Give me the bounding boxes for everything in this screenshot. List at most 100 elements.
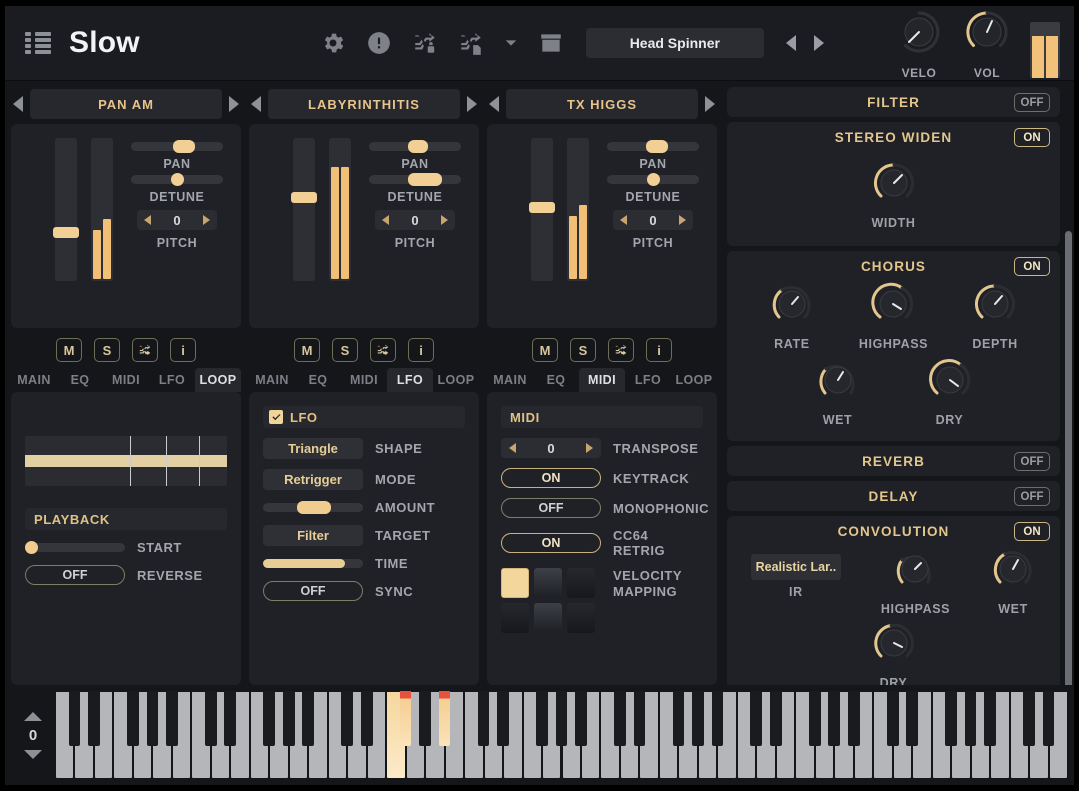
lfo-amount-slider[interactable]: [263, 501, 363, 514]
lfo-target-value[interactable]: Filter: [263, 525, 363, 546]
conv-wet-knob[interactable]: [990, 546, 1036, 597]
ir-selector[interactable]: Realistic Lar..: [750, 554, 841, 580]
width-knob[interactable]: [871, 160, 917, 211]
slot-2-pan-slider[interactable]: [369, 140, 461, 153]
lfo-mode-value[interactable]: Retrigger: [263, 469, 363, 490]
preset-next-button[interactable]: [813, 35, 824, 51]
black-key[interactable]: [302, 691, 315, 746]
black-key[interactable]: [360, 691, 373, 746]
black-key[interactable]: [769, 691, 782, 746]
chorus-depth-knob[interactable]: [972, 281, 1018, 332]
fx-filter[interactable]: FILTER OFF: [727, 87, 1060, 117]
black-key[interactable]: [68, 691, 81, 746]
velo-knob[interactable]: [894, 7, 944, 62]
black-key[interactable]: [399, 691, 412, 746]
slot-1-solo-button[interactable]: S: [94, 338, 120, 362]
slot-3-shuffle-button[interactable]: [608, 338, 634, 362]
slot-2-tab-lfo[interactable]: LFO: [387, 368, 433, 392]
slot-1-tab-lfo[interactable]: LFO: [149, 368, 195, 392]
fx-filter-switch[interactable]: OFF: [1014, 93, 1050, 112]
conv-highpass-knob[interactable]: [892, 546, 938, 597]
slot-3-mute-button[interactable]: M: [532, 338, 558, 362]
octave-up-button[interactable]: [24, 711, 42, 721]
slot-2-tab-loop[interactable]: LOOP: [433, 368, 479, 392]
slot-2-tab-main[interactable]: MAIN: [249, 368, 295, 392]
slot-3-pitch-dec[interactable]: [620, 215, 627, 225]
lfo-shape-value[interactable]: Triangle: [263, 438, 363, 459]
slot-3-tab-lfo[interactable]: LFO: [625, 368, 671, 392]
slot-2-name[interactable]: LABYRINTHITIS: [268, 89, 460, 119]
black-key[interactable]: [127, 691, 139, 746]
lfo-time-slider[interactable]: [263, 559, 363, 568]
slot-3-volume-fader[interactable]: [529, 138, 555, 281]
monophonic-toggle[interactable]: OFF: [501, 498, 601, 518]
chorus-wet-knob[interactable]: [815, 357, 861, 408]
slot-3-tab-main[interactable]: MAIN: [487, 368, 533, 392]
slot-1-next-button[interactable]: [229, 96, 239, 112]
black-key[interactable]: [263, 691, 276, 746]
black-key[interactable]: [438, 691, 451, 746]
fx-reverb-switch[interactable]: OFF: [1014, 452, 1050, 471]
gear-icon[interactable]: [320, 30, 346, 56]
black-key[interactable]: [536, 691, 548, 746]
slot-2-tab-eq[interactable]: EQ: [295, 368, 341, 392]
slot-2-info-button[interactable]: i: [408, 338, 434, 362]
black-key[interactable]: [575, 691, 587, 746]
velocity-cell[interactable]: [567, 568, 595, 598]
conv-dry-knob[interactable]: [871, 620, 917, 671]
slot-2-mute-button[interactable]: M: [294, 338, 320, 362]
waveform-display[interactable]: [25, 436, 227, 486]
slot-2-shuffle-button[interactable]: [370, 338, 396, 362]
rack-scrollbar[interactable]: [1064, 161, 1073, 711]
slot-1-pan-slider[interactable]: [131, 140, 223, 153]
fx-reverb[interactable]: REVERB OFF: [727, 446, 1060, 476]
start-slider[interactable]: [25, 541, 125, 554]
slot-2-next-button[interactable]: [467, 96, 477, 112]
slot-1-prev-button[interactable]: [13, 96, 23, 112]
fx-chorus-switch[interactable]: ON: [1014, 257, 1050, 276]
slot-2-pitch-stepper[interactable]: 0: [375, 210, 455, 230]
black-key[interactable]: [886, 691, 899, 746]
slot-1-volume-fader[interactable]: [53, 138, 79, 281]
fx-stereo-widen-switch[interactable]: ON: [1014, 128, 1050, 147]
black-key[interactable]: [1023, 691, 1035, 746]
black-key[interactable]: [672, 691, 685, 746]
slot-3-solo-button[interactable]: S: [570, 338, 596, 362]
black-key[interactable]: [984, 691, 996, 746]
slot-1-tab-loop[interactable]: LOOP: [195, 368, 241, 392]
slot-1-pitch-stepper[interactable]: 0: [137, 210, 217, 230]
black-key[interactable]: [282, 691, 295, 746]
slot-1-detune-slider[interactable]: [131, 173, 223, 186]
hamburger-icon[interactable]: [25, 32, 51, 54]
slot-3-prev-button[interactable]: [489, 96, 499, 112]
slot-2-detune-slider[interactable]: [369, 173, 461, 186]
black-key[interactable]: [614, 691, 626, 746]
slot-3-pan-slider[interactable]: [607, 140, 699, 153]
preset-name-display[interactable]: Head Spinner: [585, 28, 764, 58]
fx-delay-switch[interactable]: OFF: [1014, 487, 1050, 506]
lfo-enable-checkbox[interactable]: [269, 410, 283, 424]
slot-3-tab-eq[interactable]: EQ: [533, 368, 579, 392]
black-key[interactable]: [205, 691, 217, 746]
slot-3-tab-loop[interactable]: LOOP: [671, 368, 717, 392]
slot-2-solo-button[interactable]: S: [332, 338, 358, 362]
slot-3-pitch-stepper[interactable]: 0: [613, 210, 693, 230]
velocity-cell[interactable]: [501, 603, 529, 633]
transpose-dec[interactable]: [509, 443, 516, 453]
slot-2-pitch-dec[interactable]: [382, 215, 389, 225]
velocity-cell[interactable]: [501, 568, 529, 598]
black-key[interactable]: [224, 691, 237, 746]
octave-down-button[interactable]: [24, 749, 42, 759]
black-key[interactable]: [166, 691, 178, 746]
black-key[interactable]: [750, 691, 763, 746]
black-key[interactable]: [808, 691, 821, 746]
keytrack-toggle[interactable]: ON: [501, 468, 601, 488]
slot-2-tab-midi[interactable]: MIDI: [341, 368, 387, 392]
slot-3-detune-slider[interactable]: [607, 173, 699, 186]
chevron-down-icon[interactable]: [504, 36, 518, 50]
transpose-inc[interactable]: [585, 443, 593, 453]
black-key[interactable]: [964, 691, 977, 746]
chorus-rate-knob[interactable]: [769, 281, 815, 332]
transpose-stepper[interactable]: 0: [501, 438, 601, 458]
slot-3-tab-midi[interactable]: MIDI: [579, 368, 625, 392]
